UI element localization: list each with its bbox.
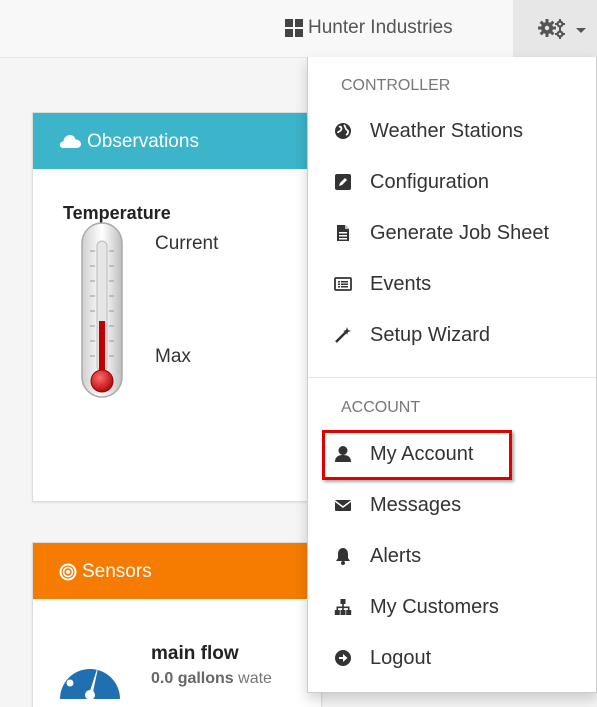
- menu-item-label: Messages: [370, 493, 462, 516]
- user-icon: [334, 445, 352, 463]
- globe-icon: [334, 122, 352, 140]
- gears-icon: [538, 19, 565, 39]
- observations-panel-heading: Observations: [33, 113, 321, 169]
- menu-item-logout[interactable]: Logout: [308, 638, 596, 678]
- menu-item-label: Configuration: [370, 170, 489, 193]
- magic-wand-icon: [334, 326, 352, 344]
- caret-down-icon: [576, 28, 586, 33]
- sensor-value-amount: 0.0 gallons: [151, 670, 234, 687]
- menu-item-configuration[interactable]: Configuration: [308, 162, 596, 202]
- menu-item-generate-job-sheet[interactable]: Generate Job Sheet: [308, 213, 596, 253]
- settings-dropdown-toggle[interactable]: [513, 0, 597, 58]
- cloud-icon: [59, 135, 81, 148]
- sensor-value-suffix: wate: [238, 670, 272, 687]
- bullseye-icon: [59, 563, 77, 581]
- menu-item-my-account[interactable]: My Account: [308, 434, 596, 474]
- sensors-panel: Sensors main flow 0.0 gallons wate: [32, 542, 322, 707]
- menu-item-setup-wizard[interactable]: Setup Wizard: [308, 315, 596, 355]
- company-name: Hunter Industries: [308, 17, 453, 38]
- circle-arrow-right-icon: [334, 649, 352, 667]
- menu-item-label: Alerts: [370, 544, 422, 567]
- menu-item-weather-stations[interactable]: Weather Stations: [308, 111, 596, 151]
- sensors-title: Sensors: [82, 561, 152, 582]
- menu-item-label: Weather Stations: [370, 119, 524, 142]
- observations-title: Observations: [87, 131, 199, 152]
- menu-divider: [308, 377, 596, 378]
- menu-item-label: My Account: [370, 442, 474, 465]
- sitemap-icon: [334, 598, 352, 616]
- settings-dropdown-menu: CONTROLLER Weather Stations Configuratio…: [307, 57, 597, 693]
- temperature-current-label: Current: [155, 233, 219, 254]
- sensor-value: 0.0 gallons wate: [151, 670, 272, 688]
- bell-icon: [334, 547, 352, 565]
- file-icon: [334, 224, 352, 242]
- list-alt-icon: [334, 275, 352, 293]
- top-navbar: Hunter Industries: [0, 0, 597, 58]
- menu-item-my-customers[interactable]: My Customers: [308, 587, 596, 627]
- menu-item-messages[interactable]: Messages: [308, 485, 596, 525]
- th-large-icon: [285, 19, 303, 37]
- company-link[interactable]: Hunter Industries: [285, 17, 453, 39]
- thermometer-icon: [81, 222, 123, 398]
- edit-icon: [334, 173, 352, 191]
- menu-item-label: Setup Wizard: [370, 323, 491, 346]
- envelope-icon: [334, 496, 352, 514]
- account-section-header: ACCOUNT: [341, 399, 421, 416]
- menu-item-label: Generate Job Sheet: [370, 221, 550, 244]
- menu-item-label: Events: [370, 272, 432, 295]
- sensors-panel-heading: Sensors: [33, 543, 321, 599]
- menu-item-alerts[interactable]: Alerts: [308, 536, 596, 576]
- menu-item-label: My Customers: [370, 595, 499, 618]
- menu-item-label: Logout: [370, 646, 432, 669]
- temperature-max-label: Max: [155, 346, 191, 367]
- sensor-name[interactable]: main flow: [151, 643, 239, 665]
- menu-item-events[interactable]: Events: [308, 264, 596, 304]
- controller-section-header: CONTROLLER: [341, 77, 451, 94]
- observations-panel: Observations Temperature Current Max: [32, 112, 322, 502]
- dashboard-gauge-icon: [60, 653, 120, 700]
